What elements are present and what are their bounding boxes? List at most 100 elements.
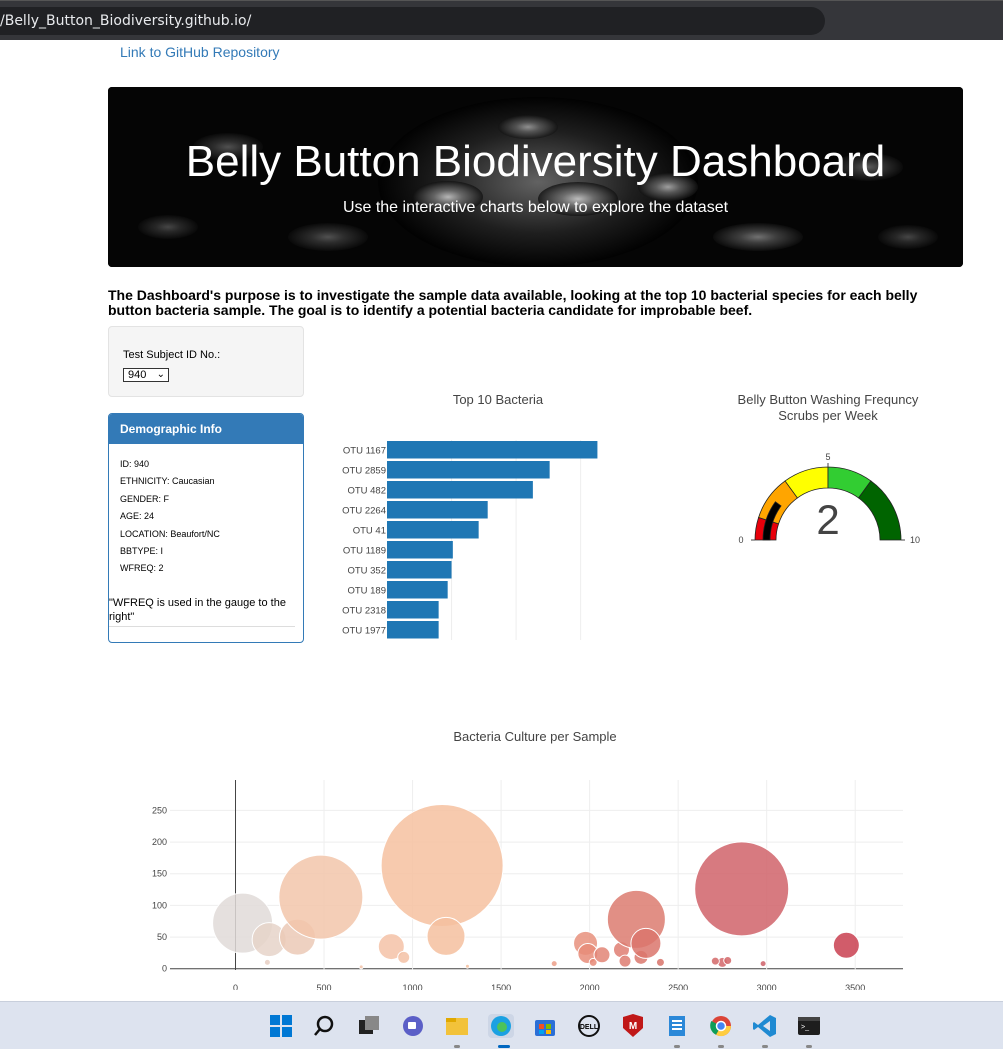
bubble-y-tick-label: 100: [152, 900, 167, 910]
bubble-y-tick-label: 50: [157, 932, 167, 942]
subject-id-dropdown[interactable]: 940 ⌄: [123, 368, 169, 382]
demographic-row: BBTYPE: I: [120, 545, 164, 556]
bubble-point[interactable]: [593, 946, 611, 964]
bubble-x-tick-label: 3500: [845, 983, 865, 990]
windows-start-icon[interactable]: [268, 1014, 294, 1038]
dashboard-subtitle: Use the interactive charts below to expl…: [342, 199, 729, 216]
bar[interactable]: [387, 601, 439, 619]
header-banner: Belly Button Biodiversity Dashboard Use …: [108, 87, 963, 267]
bubble-point[interactable]: [550, 960, 558, 968]
gauge-note: "WFREQ is used in the gauge to the right…: [109, 596, 295, 627]
github-link[interactable]: Link to GitHub Repository: [120, 44, 280, 60]
bar[interactable]: [387, 481, 533, 499]
dashboard-title: Belly Button Biodiversity Dashboard: [185, 137, 886, 186]
chrome-icon[interactable]: [708, 1014, 734, 1038]
demographic-list: ID: 940 ETHNICITY: Caucasian GENDER: F A…: [109, 444, 303, 578]
bubble-point[interactable]: [655, 957, 665, 967]
bar-y-tick-label: OTU 41: [353, 526, 386, 537]
demographic-row: WFREQ: 2: [120, 563, 164, 574]
bubble-point[interactable]: [630, 927, 662, 959]
file-explorer-icon[interactable]: [444, 1014, 470, 1038]
subject-id-value: 940: [128, 369, 147, 381]
bar[interactable]: [387, 521, 479, 539]
bar[interactable]: [387, 561, 452, 579]
bar[interactable]: [387, 581, 448, 599]
task-view-icon[interactable]: [356, 1014, 382, 1038]
mcafee-icon[interactable]: M: [620, 1014, 646, 1038]
chat-icon[interactable]: [400, 1014, 426, 1038]
bubble-x-tick-label: 1000: [403, 983, 423, 990]
demographic-row: LOCATION: Beaufort/NC: [120, 528, 220, 539]
bubble-point[interactable]: [464, 963, 470, 969]
bubble-point[interactable]: [278, 854, 364, 940]
address-text[interactable]: /Belly_Button_Biodiversity.github.io/: [0, 13, 251, 29]
bar-y-tick-label: OTU 1977: [342, 626, 386, 637]
bar[interactable]: [387, 501, 488, 519]
gauge-tick-label: 5: [825, 452, 830, 462]
notepad-icon[interactable]: [664, 1014, 690, 1038]
browser-url-bar: /Belly_Button_Biodiversity.github.io/: [0, 0, 1003, 40]
bubble-x-tick-label: 0: [233, 983, 238, 990]
subject-selector-panel: Test Subject ID No.: 940 ⌄: [108, 326, 304, 397]
bubble-point[interactable]: [710, 956, 720, 966]
subject-selector-label: Test Subject ID No.:: [123, 349, 221, 361]
demographic-row: GENDER: F: [120, 493, 170, 504]
bubble-point[interactable]: [380, 804, 504, 927]
bar-y-tick-label: OTU 352: [347, 566, 386, 577]
bubble-x-tick-label: 2000: [580, 983, 600, 990]
bubble-x-tick-label: 3000: [757, 983, 777, 990]
vscode-icon[interactable]: [752, 1014, 778, 1038]
demographic-title: Demographic Info: [109, 414, 303, 444]
bar[interactable]: [387, 621, 439, 639]
bubble-point[interactable]: [832, 931, 860, 959]
bar[interactable]: [387, 441, 598, 459]
chevron-down-icon: ⌄: [156, 369, 165, 380]
dell-icon[interactable]: DELL: [576, 1014, 602, 1038]
bar-y-tick-label: OTU 2264: [342, 506, 386, 517]
bubble-point[interactable]: [426, 916, 466, 956]
bar-chart-title: Top 10 Bacteria: [453, 392, 544, 407]
bubble-x-tick-label: 500: [317, 983, 332, 990]
demographic-row: ETHNICITY: Caucasian: [120, 476, 215, 487]
svg-text:M: M: [629, 1021, 637, 1032]
svg-text:>_: >_: [801, 1024, 809, 1031]
purpose-text: The Dashboard's purpose is to investigat…: [108, 287, 918, 318]
gauge-title: Belly Button Washing Frequncy: [738, 392, 919, 407]
bacteria-bubble-chart[interactable]: Bacteria Culture per Sample 0 50 100 150 200 2…: [120, 680, 980, 990]
bar[interactable]: [387, 461, 550, 479]
top10-bar-chart[interactable]: Top 10 Bacteria050100150OTU 1167OTU 2859…: [330, 340, 630, 640]
page-content: Link to GitHub Repository Belly Button B…: [0, 40, 1003, 1001]
bubble-point[interactable]: [263, 958, 271, 966]
bubble-chart-title: Bacteria Culture per Sample: [453, 729, 616, 744]
bubble-point[interactable]: [759, 960, 767, 968]
gauge-tick-label: 0: [738, 535, 743, 545]
bar-y-tick-label: OTU 2318: [342, 606, 386, 617]
bar-y-tick-label: OTU 482: [347, 486, 386, 497]
bubble-x-tick-label: 1500: [491, 983, 511, 990]
taskbar: DELL M >_: [0, 1001, 1003, 1049]
bubble-point[interactable]: [618, 954, 632, 968]
demographic-row: ID: 940: [120, 459, 150, 469]
bar-y-tick-label: OTU 1189: [343, 546, 386, 557]
demographic-panel: Demographic Info ID: 940 ETHNICITY: Cauc…: [108, 413, 304, 643]
bar-y-tick-label: OTU 1167: [343, 446, 386, 457]
bubble-y-tick-label: 150: [152, 869, 167, 879]
bubble-point[interactable]: [723, 956, 733, 965]
gauge-value-number: 2: [816, 496, 839, 543]
bubble-point[interactable]: [358, 964, 364, 970]
bubble-x-tick-label: 2500: [668, 983, 688, 990]
bubble-y-tick-label: 250: [152, 805, 167, 815]
terminal-icon[interactable]: >_: [796, 1014, 822, 1038]
washing-frequency-gauge[interactable]: Belly Button Washing FrequncyScrubs per …: [678, 340, 978, 580]
gauge-tick-label: 10: [910, 535, 920, 545]
edge-icon[interactable]: [488, 1014, 514, 1038]
bubble-point[interactable]: [397, 950, 411, 964]
search-icon[interactable]: [312, 1014, 338, 1038]
store-icon[interactable]: [532, 1014, 558, 1038]
bubble-y-tick-label: 0: [162, 964, 167, 974]
bubble-point[interactable]: [694, 841, 790, 937]
gauge-band: [858, 480, 902, 541]
bar[interactable]: [387, 541, 453, 559]
svg-text:DELL: DELL: [580, 1024, 599, 1031]
demographic-row: AGE: 24: [120, 511, 155, 522]
